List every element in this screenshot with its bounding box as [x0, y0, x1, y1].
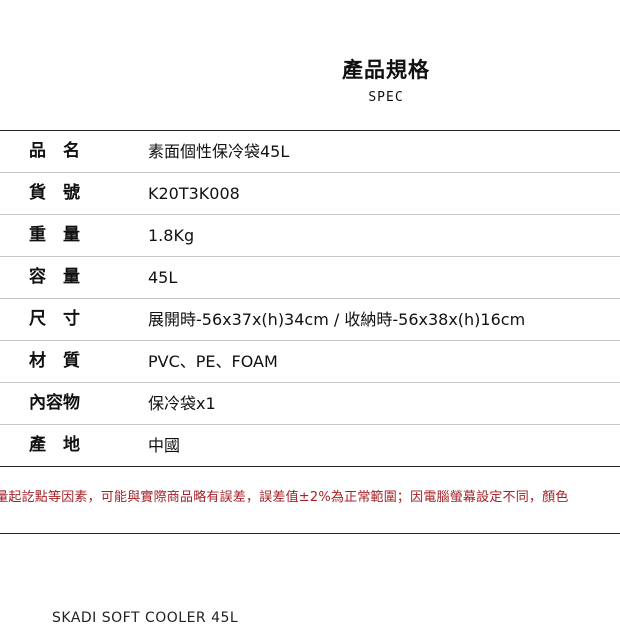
page-subtitle: SPEC [368, 90, 404, 105]
spec-label: 重 量 [29, 225, 80, 245]
spec-row-origin: 產 地 中國 [0, 425, 620, 467]
spec-row-material: 材 質 PVC、PE、FOAM [0, 341, 620, 383]
spec-label: 尺 寸 [29, 309, 80, 329]
spec-value: 素面個性保冷袋45L [148, 142, 290, 161]
spec-label: 內容物 [29, 393, 80, 413]
spec-row-name: 品 名 素面個性保冷袋45L [0, 131, 620, 173]
spec-row-capacity: 容 量 45L [0, 257, 620, 299]
spec-label: 品 名 [29, 141, 80, 161]
spec-row-weight: 重 量 1.8Kg [0, 215, 620, 257]
spec-row-item-number: 貨 號 K20T3K008 [0, 173, 620, 215]
spec-value: 展開時-56x37x(h)34cm / 收納時-56x38x(h)16cm [148, 310, 526, 329]
spec-value: 保冷袋x1 [148, 394, 216, 413]
spec-label: 貨 號 [29, 183, 80, 203]
spec-label: 產 地 [29, 435, 80, 455]
spec-table: 品 名 素面個性保冷袋45L 貨 號 K20T3K008 重 量 1.8Kg 容… [0, 130, 620, 467]
spec-value: PVC、PE、FOAM [148, 352, 278, 371]
spec-label: 材 質 [29, 351, 80, 371]
spec-header: 產品規格 SPEC [0, 0, 620, 130]
spec-value: 1.8Kg [148, 226, 195, 245]
spec-value: 中國 [148, 436, 181, 455]
spec-value: 45L [148, 268, 178, 287]
page-title: 產品規格 [342, 58, 430, 82]
product-name-caption: SKADI SOFT COOLER 45L [52, 610, 239, 626]
spec-value: K20T3K008 [148, 184, 240, 203]
spec-row-contents: 內容物 保冷袋x1 [0, 383, 620, 425]
measurement-notice: 測量起訖點等因素，可能與實際商品略有誤差，誤差值±2%為正常範圍；因電腦螢幕設定… [0, 490, 569, 505]
section-divider [0, 533, 620, 534]
spec-label: 容 量 [29, 267, 80, 287]
spec-row-dimensions: 尺 寸 展開時-56x37x(h)34cm / 收納時-56x38x(h)16c… [0, 299, 620, 341]
